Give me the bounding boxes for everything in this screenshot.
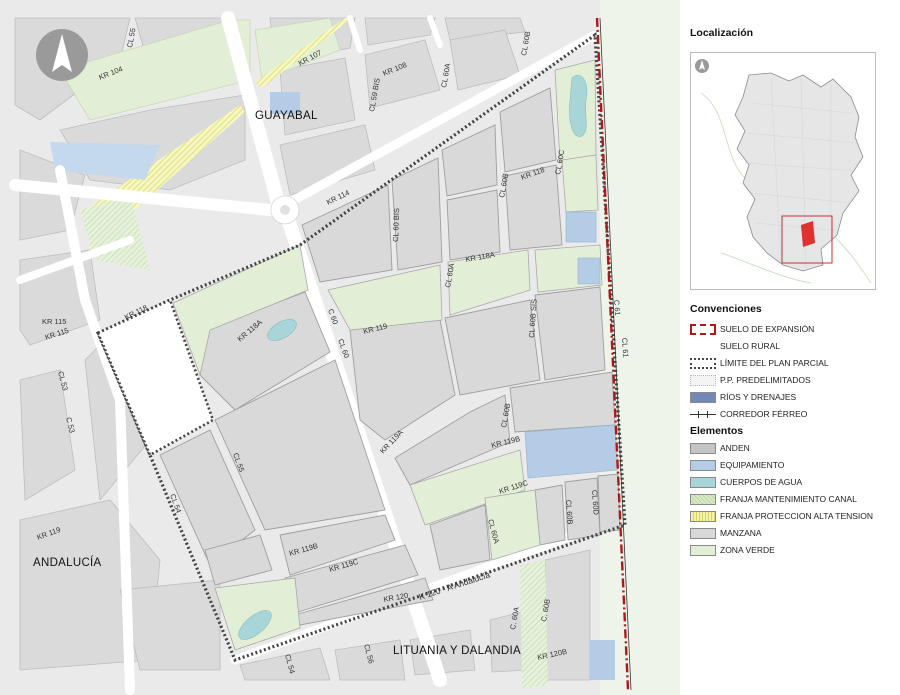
rivers-icon — [690, 391, 716, 403]
legend-item: FRANJA MANTENIMIENTO CANAL — [690, 492, 857, 506]
location-title: Localización — [690, 27, 754, 39]
legend-item: CUERPOS DE AGUA — [690, 475, 802, 489]
green-zone-icon — [690, 544, 716, 556]
legend-item-label: CUERPOS DE AGUA — [720, 477, 803, 487]
place-label-lituania: LITUANIA Y DALANDIA — [393, 645, 521, 657]
legend-item: LÍMITE DEL PLAN PARCIAL — [690, 356, 829, 370]
legend-panel: Localización Convenciones SUELO DE EXPAN… — [690, 0, 900, 695]
expansion-boundary-icon — [690, 323, 716, 335]
plan-limit-icon — [690, 357, 716, 369]
legend-item: CORREDOR FÉRREO — [690, 407, 807, 421]
sidewalk-icon — [690, 442, 716, 454]
street-label: KR 115 — [42, 317, 66, 326]
north-arrow-icon — [36, 29, 88, 81]
legend-item-label: ANDEN — [720, 443, 750, 453]
roundabout-center — [280, 205, 290, 215]
railway-icon — [690, 409, 716, 420]
street-label: CL 60D — [590, 490, 601, 516]
legend-item: FRANJA PROTECCION ALTA TENSION — [690, 509, 873, 523]
legend-item-label: P.P. PREDELIMITADOS — [720, 375, 811, 385]
legend-item: ZONA VERDE — [690, 543, 775, 557]
legend-item-label: FRANJA MANTENIMIENTO CANAL — [720, 494, 857, 504]
elements-title: Elementos — [690, 425, 744, 437]
legend-item-label: RÍOS Y DRENAJES — [720, 392, 797, 402]
predelimited-plan-icon — [690, 374, 716, 386]
street-label: CL 60B — [564, 500, 575, 525]
street-label: CL 60 BIS — [391, 208, 401, 242]
block-icon — [690, 527, 716, 539]
legend-item: MANZANA — [690, 526, 762, 540]
legend-item-label: LÍMITE DEL PLAN PARCIAL — [720, 358, 829, 368]
canal-strip-south — [520, 560, 548, 688]
legend-item: RÍOS Y DRENAJES — [690, 390, 796, 404]
street-label: CL 61 — [620, 338, 630, 358]
legend-item: EQUIPAMIENTO — [690, 458, 784, 472]
plan-map: GUAYABAL ANDALUCÍA LITUANIA Y DALANDIA C… — [0, 0, 680, 695]
equipment-south — [590, 640, 615, 680]
legend-item-label: SUELO DE EXPANSIÓN — [720, 324, 815, 334]
legend-item-label: EQUIPAMIENTO — [720, 460, 785, 470]
city-outline — [734, 72, 864, 272]
legend-item-label: CORREDOR FÉRREO — [720, 409, 808, 419]
legend-item-label: SUELO RURAL — [720, 341, 780, 351]
water-body-icon — [690, 476, 716, 488]
legend-item-label: ZONA VERDE — [720, 545, 775, 555]
legend-item: SUELO DE EXPANSIÓN — [690, 322, 814, 336]
equipment-small-1 — [565, 211, 597, 243]
street-label: C 61 — [612, 300, 622, 316]
location-inset-map — [690, 52, 876, 290]
legend-item-label: FRANJA PROTECCION ALTA TENSION — [720, 511, 874, 521]
rural-land-icon — [690, 340, 716, 352]
canal-strip-icon — [690, 493, 716, 505]
place-label-guayabal: GUAYABAL — [255, 110, 318, 122]
plan-location-marker — [801, 221, 815, 247]
legend-item: ANDEN — [690, 441, 750, 455]
place-label-andalucia: ANDALUCÍA — [33, 556, 102, 569]
conventions-title: Convenciones — [690, 303, 762, 315]
equipment-small-2 — [577, 257, 601, 285]
water-body-north — [569, 74, 588, 137]
equipment-east — [524, 424, 619, 479]
legend-item: SUELO RURAL — [690, 339, 780, 353]
legend-item-label: MANZANA — [720, 528, 762, 538]
high-voltage-strip-icon — [690, 510, 716, 522]
legend-item: P.P. PREDELIMITADOS — [690, 373, 811, 387]
equipment-icon — [690, 459, 716, 471]
